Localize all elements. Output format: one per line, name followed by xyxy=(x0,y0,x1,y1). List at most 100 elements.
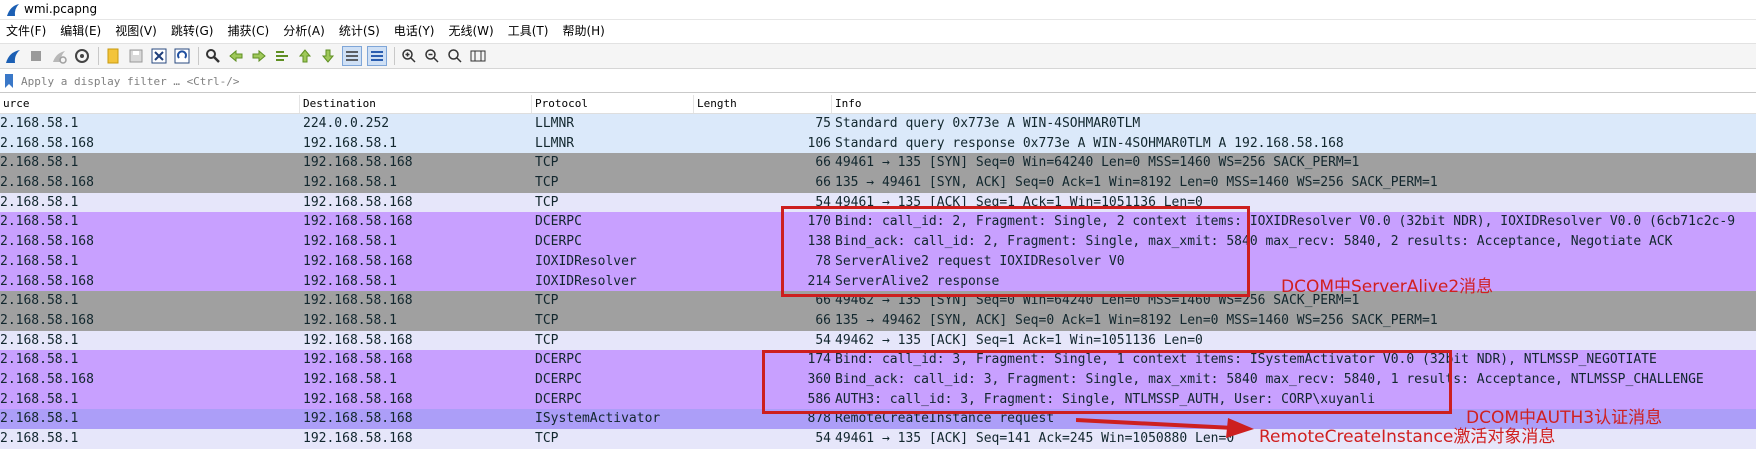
colorize-icon[interactable] xyxy=(367,46,387,66)
auto-scroll-icon[interactable] xyxy=(342,46,362,66)
packet-info: Bind_ack: call_id: 2, Fragment: Single, … xyxy=(835,234,1673,250)
packet-row[interactable]: 2.168.58.168 192.168.58.1 LLMNR 106 Standard… xyxy=(0,133,1756,154)
packet-destination: 192.168.58.168 xyxy=(303,155,413,171)
packet-destination: 192.168.58.1 xyxy=(303,135,397,151)
packet-length: 106 xyxy=(807,135,831,151)
packet-info: 135 → 49461 [SYN, ACK] Seq=0 Ack=1 Win=8… xyxy=(835,175,1438,191)
packet-length: 54 xyxy=(815,431,831,446)
packet-source: 2.168.58.1 xyxy=(0,352,79,368)
go-back-icon[interactable] xyxy=(227,47,245,65)
packet-info: Standard query 0x773e A WIN-4SOHMAR0TLM xyxy=(835,116,1141,131)
menu-analyze[interactable]: 分析(A) xyxy=(276,20,332,42)
packet-destination: 192.168.58.168 xyxy=(303,332,413,348)
packet-row[interactable]: 2.168.58.1 192.168.58.168 TCP 66 49461 → 135… xyxy=(0,153,1756,174)
reload-icon[interactable] xyxy=(173,47,191,65)
packet-source: 2.168.58.168 xyxy=(0,273,94,289)
packet-protocol: DCERPC xyxy=(535,214,582,230)
packet-row[interactable]: 2.168.58.168 192.168.58.1 TCP 66 135 → 49462… xyxy=(0,310,1756,331)
packet-info: Bind: call_id: 3, Fragment: Single, 1 co… xyxy=(835,352,1657,368)
packet-destination: 192.168.58.168 xyxy=(303,431,413,446)
packet-row[interactable]: 2.168.58.1 192.168.58.168 TCP 54 49461 → 135… xyxy=(0,192,1756,213)
go-first-icon[interactable] xyxy=(296,47,314,65)
menu-tools[interactable]: 工具(T) xyxy=(501,20,556,42)
save-file-icon[interactable] xyxy=(127,47,145,65)
open-file-icon[interactable] xyxy=(104,47,122,65)
packet-protocol: ISystemActivator xyxy=(535,411,661,427)
packet-row[interactable]: 2.168.58.1 224.0.0.252 LLMNR 75 Standard que… xyxy=(0,114,1756,134)
menu-edit[interactable]: 编辑(E) xyxy=(53,20,108,42)
zoom-in-icon[interactable] xyxy=(400,47,418,65)
column-header-source[interactable]: urce xyxy=(0,95,300,113)
stop-icon[interactable] xyxy=(27,47,45,65)
packet-length: 138 xyxy=(807,234,831,250)
menu-telephony[interactable]: 电话(Y) xyxy=(387,20,442,42)
annotation-arrow xyxy=(1076,418,1254,438)
menu-bar: 文件(F) 编辑(E) 视图(V) 跳转(G) 捕获(C) 分析(A) 统计(S… xyxy=(0,20,1756,42)
menu-view[interactable]: 视图(V) xyxy=(108,20,164,42)
packet-row[interactable]: 2.168.58.1 192.168.58.168 IOXIDResolver 78 S… xyxy=(0,251,1756,272)
packet-source: 2.168.58.168 xyxy=(0,371,94,387)
packet-protocol: IOXIDResolver xyxy=(535,253,637,269)
go-to-packet-icon[interactable] xyxy=(273,47,291,65)
column-header-protocol[interactable]: Protocol xyxy=(532,95,694,113)
packet-row[interactable]: 2.168.58.168 192.168.58.1 TCP 66 135 → 49461… xyxy=(0,173,1756,193)
packet-length: 66 xyxy=(815,312,831,328)
packet-source: 2.168.58.168 xyxy=(0,175,94,191)
title-bar: wmi.pcapng xyxy=(0,0,1756,20)
packet-info: 49461 → 135 [SYN] Seq=0 Win=64240 Len=0 … xyxy=(835,155,1360,171)
menu-help[interactable]: 帮助(H) xyxy=(555,20,611,42)
column-header-destination[interactable]: Destination xyxy=(300,95,532,113)
packet-protocol: TCP xyxy=(535,175,559,191)
packet-info: ServerAlive2 request IOXIDResolver V0 xyxy=(835,253,1125,269)
packet-destination: 192.168.58.168 xyxy=(303,253,413,269)
packet-length: 66 xyxy=(815,293,831,309)
window-title: wmi.pcapng xyxy=(24,2,98,16)
zoom-reset-icon[interactable] xyxy=(446,47,464,65)
packet-destination: 192.168.58.1 xyxy=(303,273,397,289)
packet-destination: 192.168.58.1 xyxy=(303,312,397,328)
packet-destination: 192.168.58.168 xyxy=(303,352,413,368)
go-last-icon[interactable] xyxy=(319,47,337,65)
toolbar-separator xyxy=(98,47,99,65)
packet-row[interactable]: 2.168.58.1 192.168.58.168 DCERPC 170 Bind: c… xyxy=(0,212,1756,233)
menu-go[interactable]: 跳转(G) xyxy=(164,20,221,42)
packet-row[interactable]: 2.168.58.168 192.168.58.1 DCERPC 138 Bind_ac… xyxy=(0,232,1756,252)
packet-protocol: TCP xyxy=(535,194,559,210)
packet-info: 135 → 49462 [SYN, ACK] Seq=0 Ack=1 Win=8… xyxy=(835,312,1438,328)
menu-wireless[interactable]: 无线(W) xyxy=(442,20,501,42)
packet-source: 2.168.58.1 xyxy=(0,194,79,210)
packet-row[interactable]: 2.168.58.1 192.168.58.168 DCERPC 174 Bind: c… xyxy=(0,350,1756,370)
main-toolbar xyxy=(0,43,1756,69)
display-filter-input[interactable] xyxy=(17,72,1756,90)
bookmark-icon[interactable] xyxy=(4,74,14,88)
resize-columns-icon[interactable] xyxy=(469,47,487,65)
close-file-icon[interactable] xyxy=(150,47,168,65)
packet-source: 2.168.58.168 xyxy=(0,135,94,151)
column-header-info[interactable]: Info xyxy=(832,95,1756,113)
packet-protocol: DCERPC xyxy=(535,391,582,407)
packet-protocol: TCP xyxy=(535,293,559,309)
packet-protocol: TCP xyxy=(535,431,559,446)
restart-icon[interactable] xyxy=(50,47,68,65)
menu-statistics[interactable]: 统计(S) xyxy=(332,20,387,42)
packet-protocol: TCP xyxy=(535,332,559,348)
packet-length: 54 xyxy=(815,194,831,210)
zoom-out-icon[interactable] xyxy=(423,47,441,65)
capture-options-icon[interactable] xyxy=(73,47,91,65)
go-forward-icon[interactable] xyxy=(250,47,268,65)
packet-row[interactable]: 2.168.58.168 192.168.58.1 DCERPC 360 Bind_ac… xyxy=(0,369,1756,390)
find-packet-icon[interactable] xyxy=(204,47,222,65)
packet-source: 2.168.58.168 xyxy=(0,234,94,250)
menu-file[interactable]: 文件(F) xyxy=(0,20,53,42)
column-header-length[interactable]: Length xyxy=(694,95,832,113)
packet-length: 174 xyxy=(807,352,831,368)
shark-fin-start-icon[interactable] xyxy=(4,47,22,65)
packet-row[interactable]: 2.168.58.1 192.168.58.168 TCP 54 49462 → 135… xyxy=(0,330,1756,351)
menu-capture[interactable]: 捕获(C) xyxy=(220,20,276,42)
packet-list-header: urce Destination Protocol Length Info xyxy=(0,95,1756,114)
packet-length: 360 xyxy=(807,371,831,387)
wireshark-fin-icon xyxy=(7,3,19,16)
packet-destination: 224.0.0.252 xyxy=(303,116,390,131)
packet-length: 170 xyxy=(807,214,831,230)
annotation-remote-create-instance: RemoteCreateInstance激活对象消息 xyxy=(1259,427,1556,447)
